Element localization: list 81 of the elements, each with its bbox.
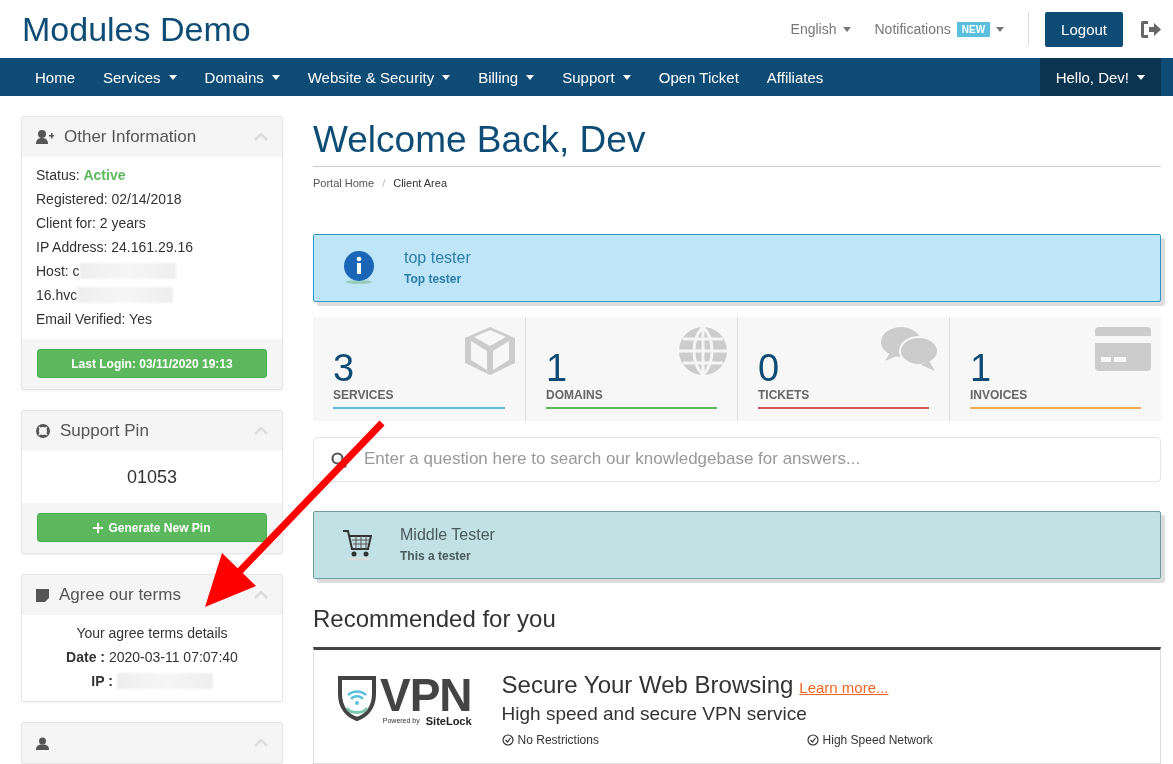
breadcrumb-separator: / — [382, 177, 386, 189]
nav-item[interactable]: Billing — [464, 58, 549, 96]
nav-item[interactable]: Website & Security — [293, 58, 465, 96]
info-text: Client for: 2 years — [36, 214, 147, 233]
language-dropdown[interactable]: English — [790, 21, 851, 37]
nav-item[interactable]: Domains — [190, 58, 294, 96]
detail-text: IP : — [91, 672, 114, 691]
feature-item: High Speed Network — [806, 732, 1007, 747]
notifications-dropdown[interactable]: Notifications NEW — [874, 21, 1005, 37]
page-title: Welcome Back, Dev — [313, 116, 1161, 167]
stat-label: TICKETS — [758, 387, 929, 409]
info-text: IP Address: 24.161.29.16 — [36, 238, 194, 257]
stat-tile[interactable]: 3 SERVICES — [313, 316, 525, 421]
panel-header[interactable]: Agree our terms — [22, 575, 282, 615]
info-text: Host: c — [36, 262, 80, 281]
card-subtitle: High speed and secure VPN service — [501, 702, 808, 725]
stat-count: 1 — [546, 347, 568, 388]
info-text: Email Verified: Yes — [36, 310, 153, 329]
lifebuoy-icon — [36, 424, 50, 438]
stat-label: DOMAINS — [546, 387, 717, 409]
alert-text: Top tester — [404, 272, 463, 287]
feature-item: No Restrictions — [501, 732, 807, 747]
panel-title: Support Pin — [60, 421, 150, 441]
collapse-chevron-icon[interactable] — [254, 427, 268, 435]
nav-item[interactable]: Open Ticket — [644, 58, 753, 96]
section-heading: Recommended for you — [313, 604, 557, 633]
panel-title: Agree our terms — [59, 585, 182, 605]
panel-header[interactable]: Support Pin — [22, 411, 282, 451]
stat-label: SERVICES — [333, 387, 505, 409]
collapse-chevron-icon[interactable] — [254, 739, 268, 747]
panel-title: Other Information — [64, 127, 198, 147]
check-circle-icon — [806, 733, 819, 746]
stat-tile[interactable]: 1 DOMAINS — [525, 316, 737, 421]
logo-text: VPN — [380, 674, 472, 715]
globe-icon — [679, 326, 727, 375]
support-pin: 01053 — [125, 466, 179, 489]
info-icon — [342, 251, 376, 285]
info-text: 16.hvc — [36, 286, 78, 305]
credit-card-icon — [1095, 326, 1151, 371]
logout-icon[interactable] — [1141, 20, 1161, 38]
shield-wifi-icon — [338, 674, 376, 721]
stat-count: 0 — [758, 347, 780, 388]
search-icon — [331, 451, 347, 468]
new-badge: NEW — [956, 21, 991, 37]
shopping-cart-icon — [342, 528, 372, 561]
nav-item[interactable]: Services — [89, 58, 191, 96]
panel-header[interactable]: Other Information — [22, 117, 282, 157]
alert-title: top tester — [404, 249, 471, 268]
stat-label: INVOICES — [970, 387, 1141, 409]
alert-title: Middle Tester — [400, 526, 495, 545]
breadcrumb-current: Client Area — [393, 177, 447, 189]
stat-tile[interactable]: 1 INVOICES — [949, 316, 1161, 421]
breadcrumb-link[interactable]: Portal Home — [313, 177, 375, 189]
alert-text: This a tester — [400, 549, 472, 564]
nav-item[interactable]: Home — [21, 58, 89, 96]
collapse-chevron-icon[interactable] — [254, 591, 268, 599]
search-field[interactable]: Enter a question here to search our knowledgebase for answers... — [313, 436, 1161, 482]
site-title[interactable]: Modules Demo — [22, 9, 791, 49]
user-icon — [36, 736, 49, 750]
stat-count: 1 — [970, 347, 992, 388]
collapse-chevron-icon[interactable] — [254, 133, 268, 141]
check-circle-icon — [501, 733, 514, 746]
user-menu[interactable]: Hello, Dev! — [1039, 58, 1161, 96]
box-icon — [465, 326, 515, 375]
caret-icon — [996, 26, 1005, 32]
note-icon — [36, 588, 49, 602]
brand-text: SiteLock — [425, 714, 472, 727]
status-text: Status: Active — [36, 166, 127, 185]
chat-icon — [881, 326, 939, 371]
user-plus-icon — [36, 130, 54, 144]
stat-count: 3 — [333, 347, 355, 388]
info-text: Registered: 02/14/2018 — [36, 190, 183, 209]
info-text: Your agree terms details — [75, 624, 229, 643]
stat-tile[interactable]: 0 TICKETS — [737, 316, 949, 421]
card-title: Secure Your Web Browsing — [501, 670, 794, 699]
sidebar-panel[interactable] — [21, 722, 283, 764]
logout-button[interactable]: Logout — [1045, 11, 1123, 47]
detail-text: Date : 2020-03-11 07:07:40 — [65, 648, 239, 667]
nav-item[interactable]: Support — [548, 58, 645, 96]
caret-icon — [842, 26, 851, 32]
nav-item[interactable]: Affiliates — [752, 58, 838, 96]
